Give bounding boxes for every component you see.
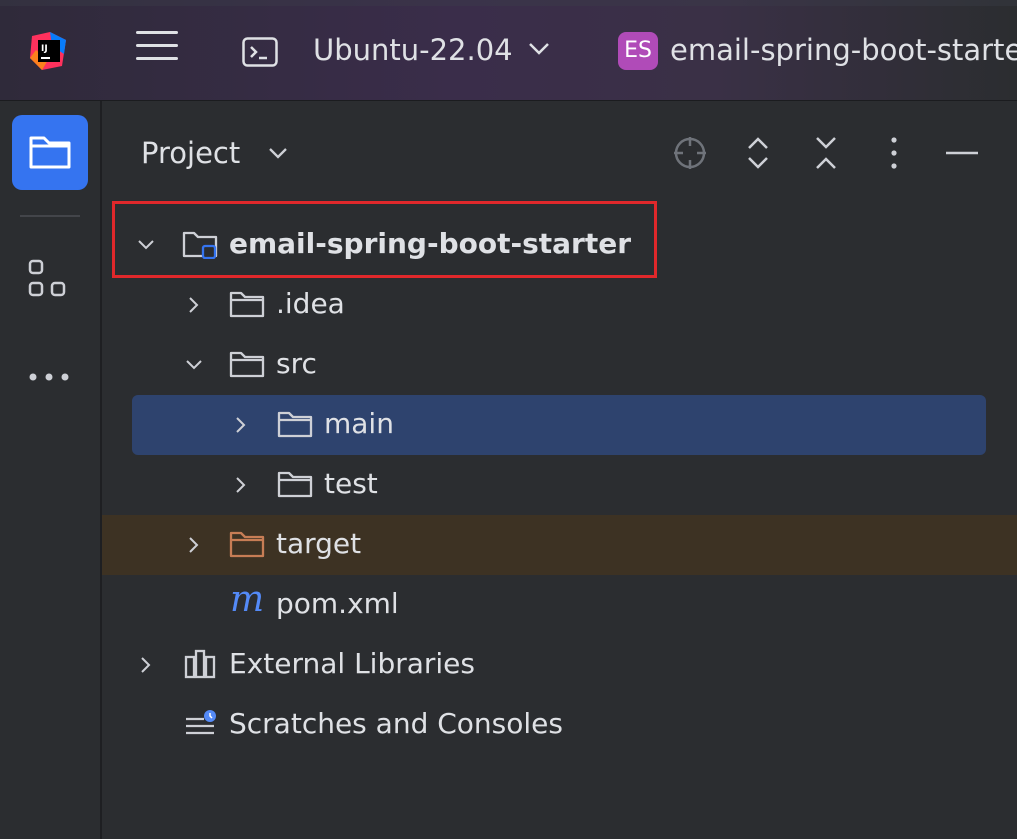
chevron-right-icon[interactable] xyxy=(186,297,202,313)
title-bar: IJ Ubuntu-22.04 ES email-spring-boot-sta… xyxy=(0,0,1017,101)
more-tools-button[interactable] xyxy=(28,369,72,385)
tree-item-label: target xyxy=(276,527,362,560)
svg-text:IJ: IJ xyxy=(41,44,48,54)
locate-icon[interactable] xyxy=(672,135,708,171)
tree-item-label: External Libraries xyxy=(229,647,475,680)
tree-item-label: .idea xyxy=(276,287,345,320)
more-horizontal-icon xyxy=(29,373,69,381)
tree-item-label: Scratches and Consoles xyxy=(229,707,563,740)
project-selector[interactable]: email-spring-boot-starter xyxy=(670,33,1017,67)
tree-item-label: pom.xml xyxy=(276,587,399,620)
structure-tool-button[interactable] xyxy=(28,259,70,301)
tree-item-label: src xyxy=(276,347,317,380)
chevron-right-icon[interactable] xyxy=(233,417,249,433)
folder-icon xyxy=(277,471,313,498)
panel-title[interactable]: Project xyxy=(141,136,240,170)
svg-text:m: m xyxy=(230,585,264,620)
scratches-icon xyxy=(186,710,216,735)
folder-icon xyxy=(229,291,265,318)
chevron-down-icon[interactable] xyxy=(268,147,288,159)
wsl-distro-selector[interactable]: Ubuntu-22.04 xyxy=(313,33,513,67)
tool-window-strip xyxy=(0,101,101,839)
tree-item-scratches[interactable]: Scratches and Consoles xyxy=(102,695,1017,755)
tree-item-target[interactable]: target xyxy=(102,515,1017,575)
folder-icon xyxy=(277,411,313,438)
highlight-annotation xyxy=(112,201,657,278)
chevron-right-icon[interactable] xyxy=(186,537,202,553)
library-icon xyxy=(184,649,216,679)
chevron-right-icon[interactable] xyxy=(233,477,249,493)
hamburger-menu-icon[interactable] xyxy=(136,31,178,69)
minimize-icon[interactable] xyxy=(944,135,980,171)
selection-highlight xyxy=(132,395,986,455)
folder-icon xyxy=(29,136,71,169)
project-badge[interactable]: ES xyxy=(618,32,658,70)
tree-item-pom[interactable]: m pom.xml xyxy=(102,575,1017,635)
tree-item-main[interactable]: main xyxy=(102,395,1017,455)
tree-item-test[interactable]: test xyxy=(102,455,1017,515)
chevron-down-icon[interactable] xyxy=(528,42,550,56)
collapse-all-icon[interactable] xyxy=(808,135,844,171)
expand-all-icon[interactable] xyxy=(740,135,776,171)
structure-icon xyxy=(28,259,66,297)
title-bar-top-strip xyxy=(0,0,1017,6)
project-tool-button[interactable] xyxy=(12,115,88,190)
tree-item-label: main xyxy=(324,407,394,440)
excluded-folder-icon xyxy=(229,531,265,558)
more-vertical-icon[interactable] xyxy=(876,135,912,171)
tree-item-external-libraries[interactable]: External Libraries xyxy=(102,635,1017,695)
tool-separator xyxy=(20,215,80,217)
chevron-down-icon[interactable] xyxy=(186,357,202,373)
chevron-right-icon[interactable] xyxy=(138,657,154,673)
folder-icon xyxy=(229,351,265,378)
tree-item-idea[interactable]: .idea xyxy=(102,275,1017,335)
maven-icon: m xyxy=(230,585,264,620)
intellij-logo-icon[interactable]: IJ xyxy=(28,30,70,72)
tree-item-src[interactable]: src xyxy=(102,335,1017,395)
tree-item-label: test xyxy=(324,467,378,500)
terminal-icon xyxy=(242,37,278,67)
